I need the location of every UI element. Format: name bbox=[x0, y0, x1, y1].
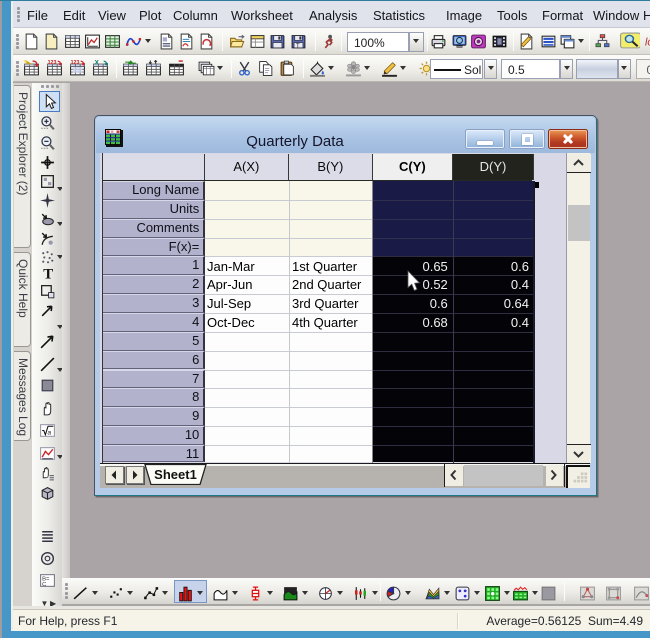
svg-text:123: 123 bbox=[70, 60, 79, 66]
svg-text:C: C bbox=[42, 581, 46, 587]
svg-text:T: T bbox=[295, 42, 299, 49]
svg-text:T: T bbox=[43, 266, 53, 281]
svg-text:a: a bbox=[47, 429, 51, 436]
svg-text:X: X bbox=[94, 60, 99, 66]
svg-text:lc: lc bbox=[645, 37, 650, 49]
svg-text:123: 123 bbox=[47, 60, 56, 66]
